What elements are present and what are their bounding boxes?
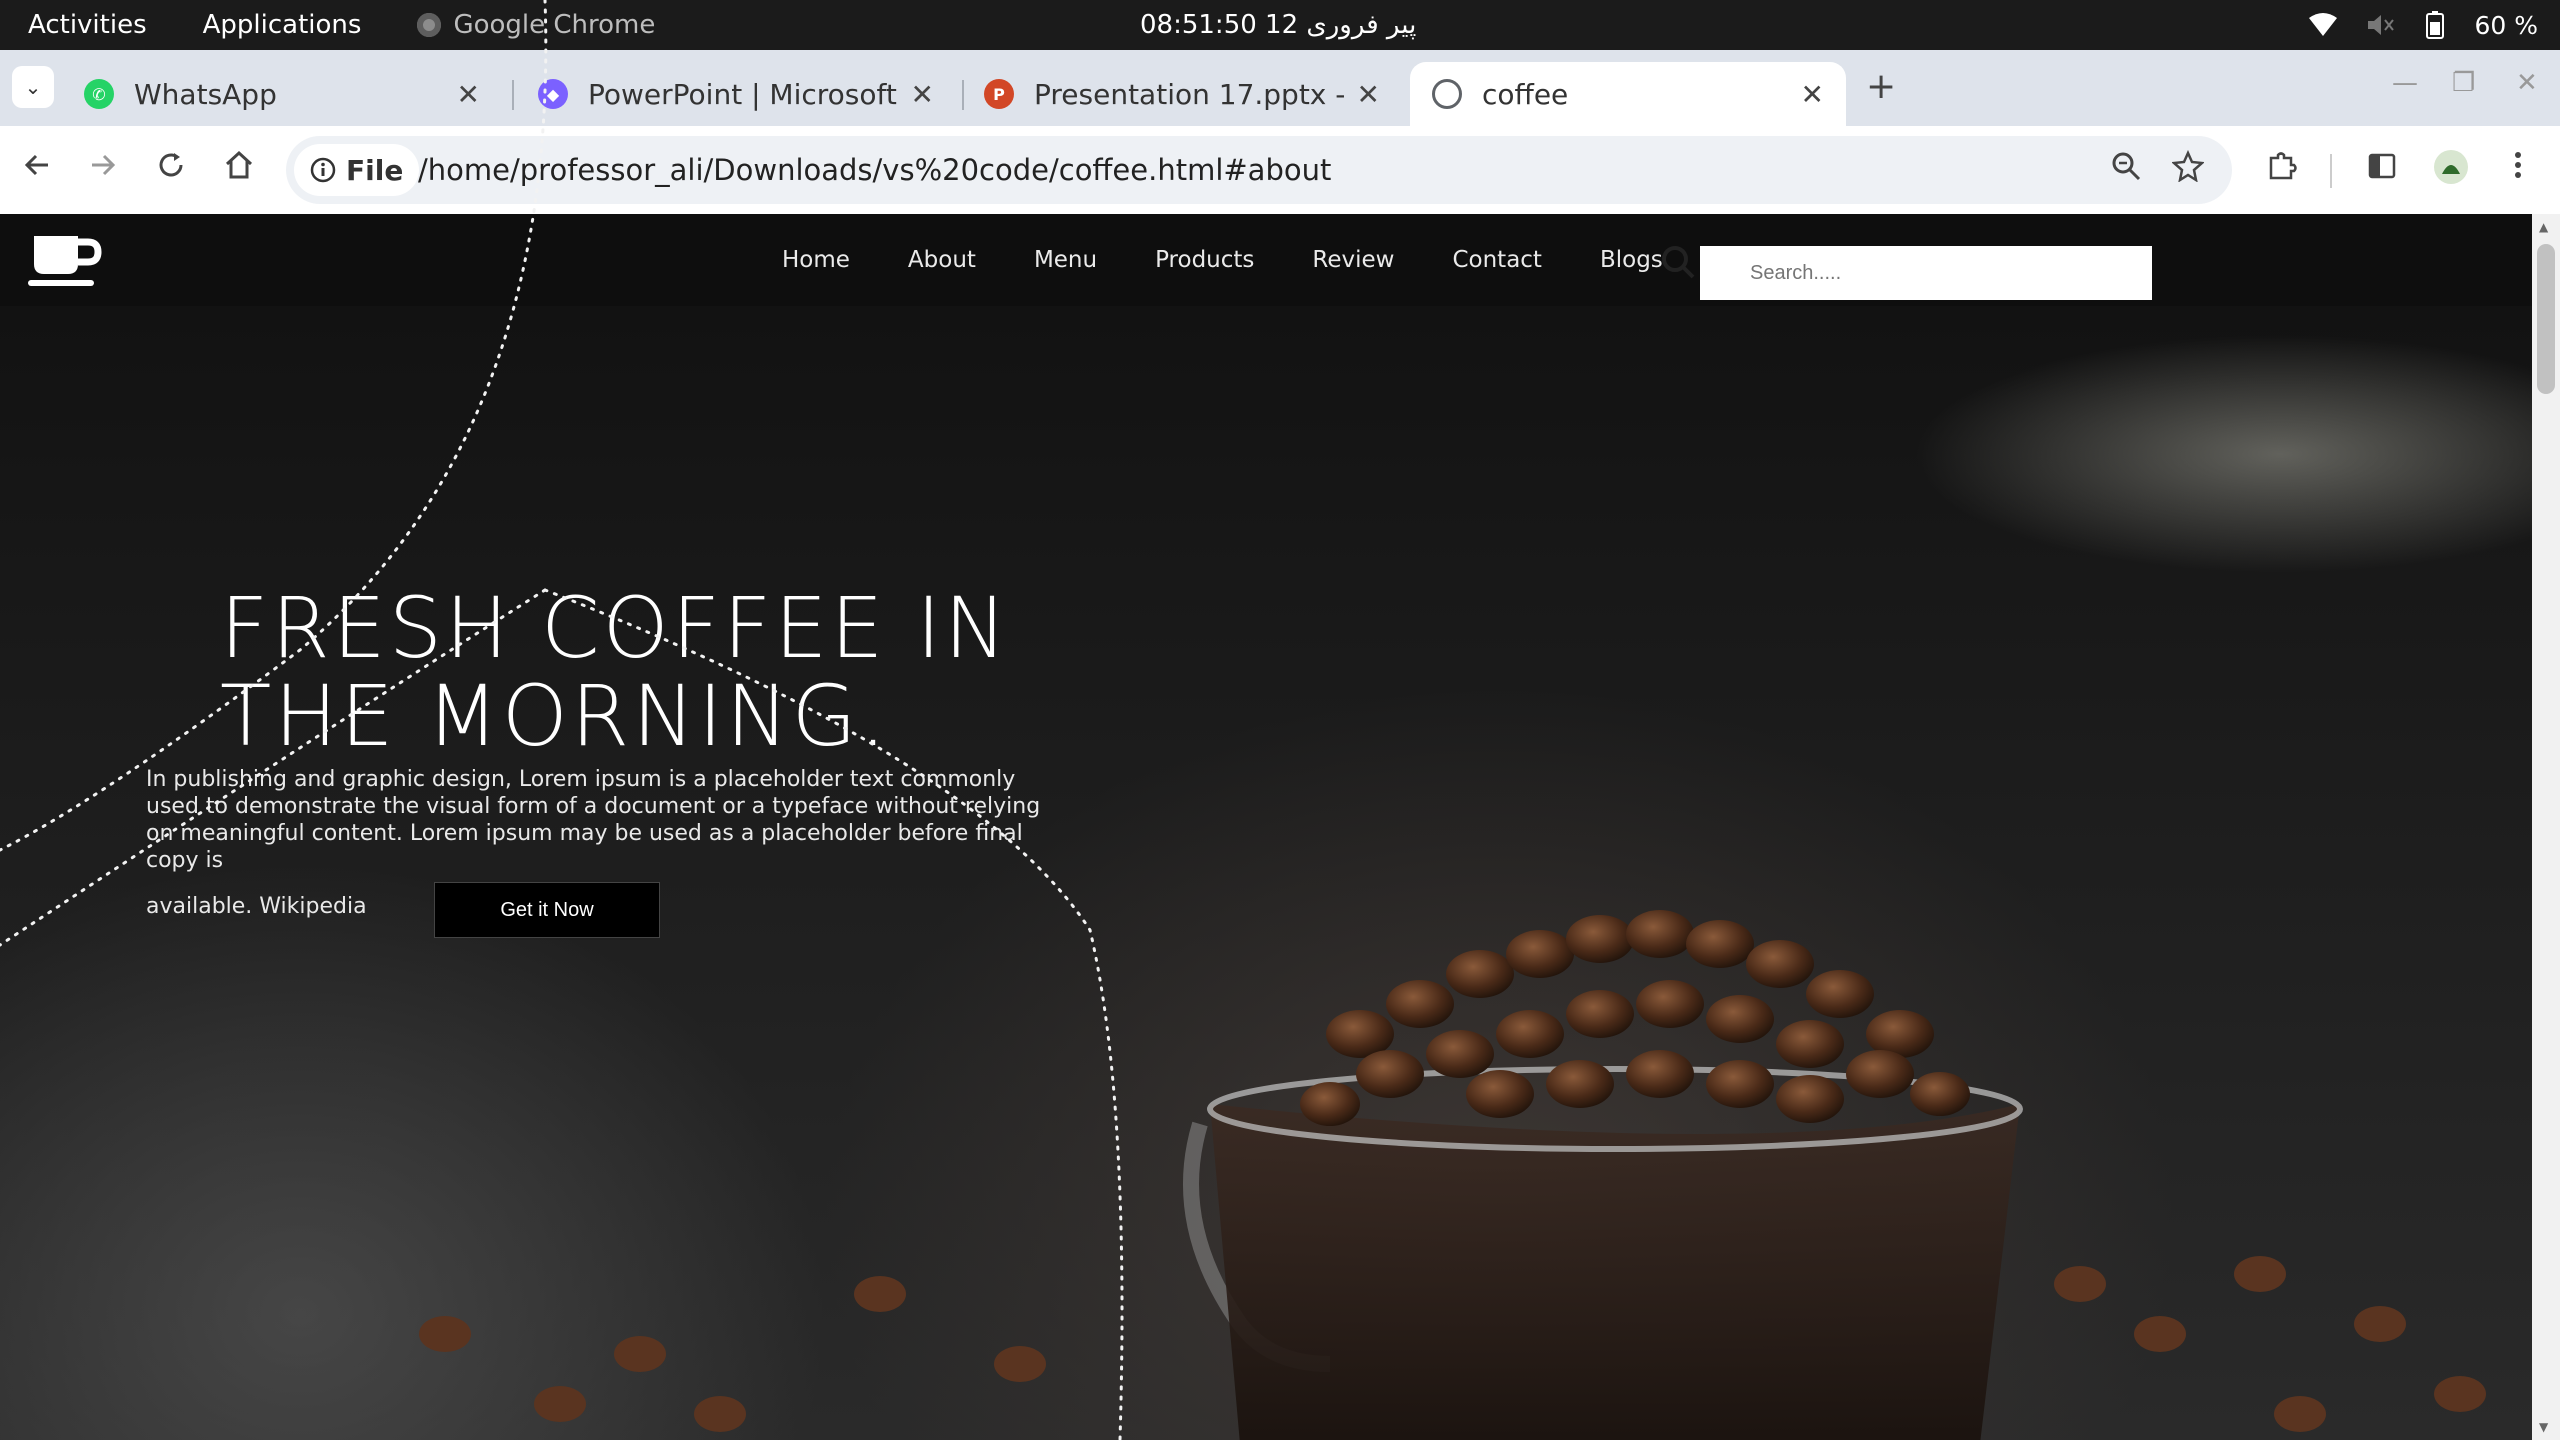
- active-app-name: Google Chrome: [453, 10, 656, 40]
- site-search-input[interactable]: [1700, 246, 2152, 300]
- web-page: Home About Menu Products Review Contact …: [0, 214, 2532, 1440]
- info-icon: [310, 157, 336, 183]
- tab-presentation[interactable]: P Presentation 17.pptx - M ✕: [962, 62, 1402, 126]
- close-icon[interactable]: ✕: [457, 78, 480, 111]
- hero-title-line-2: the morning.: [220, 667, 890, 765]
- hero-citation: available. Wikipedia: [146, 894, 367, 919]
- tab-title: Presentation 17.pptx - M: [1034, 77, 1347, 111]
- home-icon: [225, 150, 253, 179]
- tab-powerpoint-online[interactable]: ◆ PowerPoint | Microsoft 3 ✕: [516, 62, 956, 126]
- battery-icon: [2426, 11, 2445, 39]
- close-icon[interactable]: ✕: [1357, 78, 1380, 111]
- star-icon: [2171, 149, 2205, 183]
- arrow-left-icon: [24, 154, 48, 176]
- address-bar[interactable]: File /home/professor_ali/Downloads/vs%20…: [286, 136, 2232, 204]
- forward-button[interactable]: [86, 148, 120, 191]
- clock[interactable]: 08:51:50 12 پیر فروری: [1140, 0, 1416, 50]
- activities-button[interactable]: Activities: [28, 10, 147, 40]
- chrome-icon: [417, 13, 442, 37]
- search-icon[interactable]: [1660, 244, 1696, 280]
- volume-muted-icon: [2368, 15, 2395, 35]
- get-it-now-button[interactable]: Get it Now: [434, 882, 660, 938]
- url-text[interactable]: /home/professor_ali/Downloads/vs%20code/…: [418, 136, 1331, 204]
- applications-menu[interactable]: Applications: [203, 10, 362, 40]
- nav-review[interactable]: Review: [1312, 247, 1394, 273]
- active-app-indicator[interactable]: Google Chrome: [417, 10, 655, 40]
- microsoft-365-icon: ◆: [538, 79, 568, 109]
- reload-button[interactable]: [154, 148, 188, 191]
- extensions-button[interactable]: [2266, 150, 2298, 191]
- restore-button[interactable]: ❐: [2452, 68, 2475, 98]
- puzzle-icon: [2269, 152, 2297, 180]
- hero-title-line-1: Fresh coffee in: [220, 579, 1010, 677]
- hero-description: In publishing and graphic design, Lorem …: [146, 767, 1041, 873]
- coffee-cup-logo-icon: [28, 236, 102, 286]
- nav-menu[interactable]: Menu: [1034, 247, 1097, 273]
- tab-title: coffee: [1482, 77, 1569, 111]
- avatar-icon: [2434, 150, 2468, 184]
- battery-percent: 60 %: [2474, 10, 2538, 40]
- globe-icon: [1432, 79, 1462, 109]
- scrollbar-thumb[interactable]: [2537, 244, 2555, 394]
- system-top-bar: Activities Applications Google Chrome 08…: [0, 0, 2560, 50]
- kebab-menu-icon: [2515, 152, 2521, 178]
- side-panel-button[interactable]: [2366, 150, 2398, 191]
- nav-contact[interactable]: Contact: [1452, 247, 1541, 273]
- scheme-label: File: [346, 153, 404, 187]
- scroll-up-arrow-icon[interactable]: ▲: [2539, 220, 2548, 234]
- site-header: Home About Menu Products Review Contact …: [0, 214, 2532, 306]
- powerpoint-icon: P: [984, 79, 1014, 109]
- bookmark-button[interactable]: [2171, 149, 2205, 190]
- profile-avatar[interactable]: [2432, 148, 2470, 195]
- nav-products[interactable]: Products: [1155, 247, 1254, 273]
- hero-title: Fresh coffee in the morning.: [220, 584, 1010, 760]
- system-tray[interactable]: 60 %: [2308, 0, 2538, 50]
- browser-toolbar: File /home/professor_ali/Downloads/vs%20…: [0, 126, 2560, 214]
- side-panel-icon: [2368, 153, 2396, 179]
- close-window-button[interactable]: ✕: [2516, 68, 2538, 98]
- reload-icon: [159, 153, 183, 177]
- minimize-button[interactable]: —: [2392, 68, 2418, 98]
- nav-home[interactable]: Home: [782, 247, 850, 273]
- tab-title: WhatsApp: [134, 77, 277, 111]
- new-tab-button[interactable]: +: [1866, 66, 1896, 107]
- tab-strip: ⌄ ✆ WhatsApp ✕ ◆ PowerPoint | Microsoft …: [0, 50, 2560, 126]
- zoom-button[interactable]: [2110, 150, 2142, 190]
- whatsapp-icon: ✆: [84, 79, 114, 109]
- chrome-menu-button[interactable]: [2506, 148, 2530, 191]
- close-icon[interactable]: ✕: [911, 78, 934, 111]
- tab-title: PowerPoint | Microsoft 3: [588, 77, 901, 111]
- close-icon[interactable]: ✕: [1801, 78, 1824, 111]
- tab-search-button[interactable]: ⌄: [12, 66, 54, 108]
- toolbar-divider: [2330, 154, 2332, 188]
- zoom-icon: [2112, 152, 2141, 181]
- tab-divider: [512, 80, 514, 110]
- arrow-right-icon: [92, 154, 116, 176]
- page-scrollbar[interactable]: ▲ ▼: [2532, 214, 2560, 1440]
- scroll-down-arrow-icon[interactable]: ▼: [2539, 1420, 2548, 1434]
- site-info-chip[interactable]: File: [294, 144, 420, 196]
- back-button[interactable]: [20, 148, 54, 191]
- nav-blogs[interactable]: Blogs: [1600, 247, 1663, 273]
- wifi-icon: [2309, 13, 2338, 36]
- tab-coffee[interactable]: coffee ✕: [1410, 62, 1846, 126]
- chevron-down-icon: ⌄: [24, 75, 42, 99]
- home-button[interactable]: [222, 148, 256, 191]
- site-nav: Home About Menu Products Review Contact …: [782, 214, 1663, 306]
- tab-whatsapp[interactable]: ✆ WhatsApp ✕: [62, 62, 502, 126]
- nav-about[interactable]: About: [908, 247, 976, 273]
